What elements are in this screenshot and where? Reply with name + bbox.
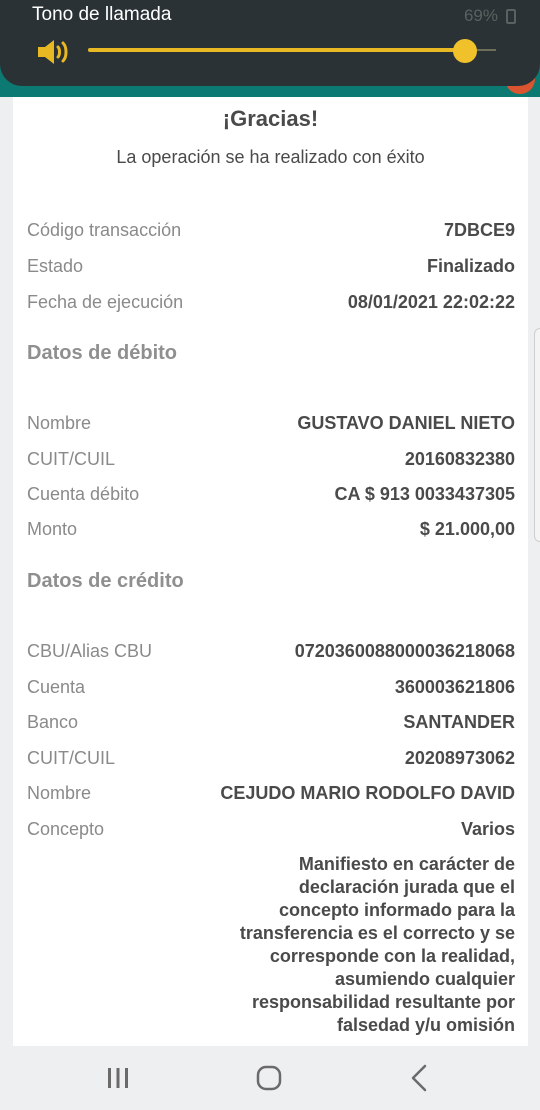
row-value: SANTANDER	[403, 712, 515, 732]
row-value: 0720360088000036218068	[294, 641, 515, 661]
status-battery-text: 69%	[463, 6, 498, 25]
row-value: GUSTAVO DANIEL NIETO	[297, 413, 515, 433]
row-label: Fecha de ejecución	[27, 292, 184, 312]
back-icon[interactable]	[400, 1060, 440, 1096]
volume-panel: Tono de llamada 69%	[0, 0, 540, 86]
volume-slider-thumb[interactable]	[453, 39, 477, 63]
row-value: Finalizado	[426, 256, 515, 276]
edge-panel-handle[interactable]	[534, 328, 540, 542]
row-value: 7DBCE9	[443, 220, 515, 240]
credit-row-name: Nombre CEJUDO MARIO RODOLFO DAVID	[27, 783, 515, 809]
debit-row-name: Nombre GUSTAVO DANIEL NIETO	[27, 413, 515, 439]
recents-icon[interactable]	[98, 1060, 138, 1096]
credit-row-account: Cuenta 360003621806	[27, 677, 515, 703]
speaker-icon[interactable]	[36, 38, 72, 66]
debit-row-account: Cuenta débito CA $ 913 0033437305	[27, 484, 515, 510]
row-label: Banco	[27, 712, 79, 732]
row-value: CEJUDO MARIO RODOLFO DAVID	[220, 783, 515, 803]
debit-row-amount: Monto $ 21.000,00	[27, 519, 515, 545]
app-bar: 10 Tono de llamada 69%	[0, 0, 540, 97]
home-icon[interactable]	[249, 1060, 289, 1096]
volume-slider-track[interactable]	[88, 48, 466, 52]
row-value: Varios	[460, 819, 515, 839]
receipt-heading: ¡Gracias!	[222, 106, 319, 131]
row-value: 360003621806	[394, 677, 515, 697]
debit-section-title: Datos de débito	[27, 342, 178, 364]
row-value: $ 21.000,00	[419, 519, 515, 539]
credit-section-title: Datos de crédito	[27, 570, 184, 592]
row-label: Cuenta	[27, 677, 86, 697]
debit-row-cuit: CUIT/CUIL 20160832380	[27, 449, 515, 475]
row-label: Nombre	[27, 783, 92, 803]
credit-row-bank: Banco SANTANDER	[27, 712, 515, 738]
row-value: 08/01/2021 22:02:22	[347, 292, 515, 312]
summary-row-execution-date: Fecha de ejecución 08/01/2021 22:02:22	[27, 292, 515, 318]
row-label: CUIT/CUIL	[27, 449, 116, 469]
row-label: Nombre	[27, 413, 92, 433]
legal-disclaimer: Manifiesto en carácter de declaración ju…	[239, 854, 515, 1035]
volume-title: Tono de llamada	[32, 4, 172, 25]
row-label: CBU/Alias CBU	[27, 641, 153, 661]
credit-row-concept: Concepto Varios	[27, 819, 515, 845]
battery-icon	[506, 8, 516, 24]
row-label: Monto	[27, 519, 78, 539]
summary-row-status: Estado Finalizado	[27, 256, 515, 282]
row-label: Cuenta débito	[27, 484, 140, 504]
credit-row-cuit: CUIT/CUIL 20208973062	[27, 748, 515, 774]
row-label: Concepto	[27, 819, 105, 839]
system-nav-bar	[0, 1046, 540, 1110]
receipt-subheading: La operación se ha realizado con éxito	[116, 147, 425, 167]
row-label: Código transacción	[27, 220, 182, 240]
row-label: Estado	[27, 256, 84, 276]
row-value: 20208973062	[404, 748, 515, 768]
receipt-card: ¡Gracias! La operación se ha realizado c…	[13, 97, 528, 1046]
row-label: CUIT/CUIL	[27, 748, 116, 768]
row-value: CA $ 913 0033437305	[334, 484, 515, 504]
status-bar: 69%	[464, 6, 516, 26]
row-value: 20160832380	[404, 449, 515, 469]
credit-row-cbu: CBU/Alias CBU 0720360088000036218068	[27, 641, 515, 667]
summary-row-transaction-code: Código transacción 7DBCE9	[27, 220, 515, 246]
